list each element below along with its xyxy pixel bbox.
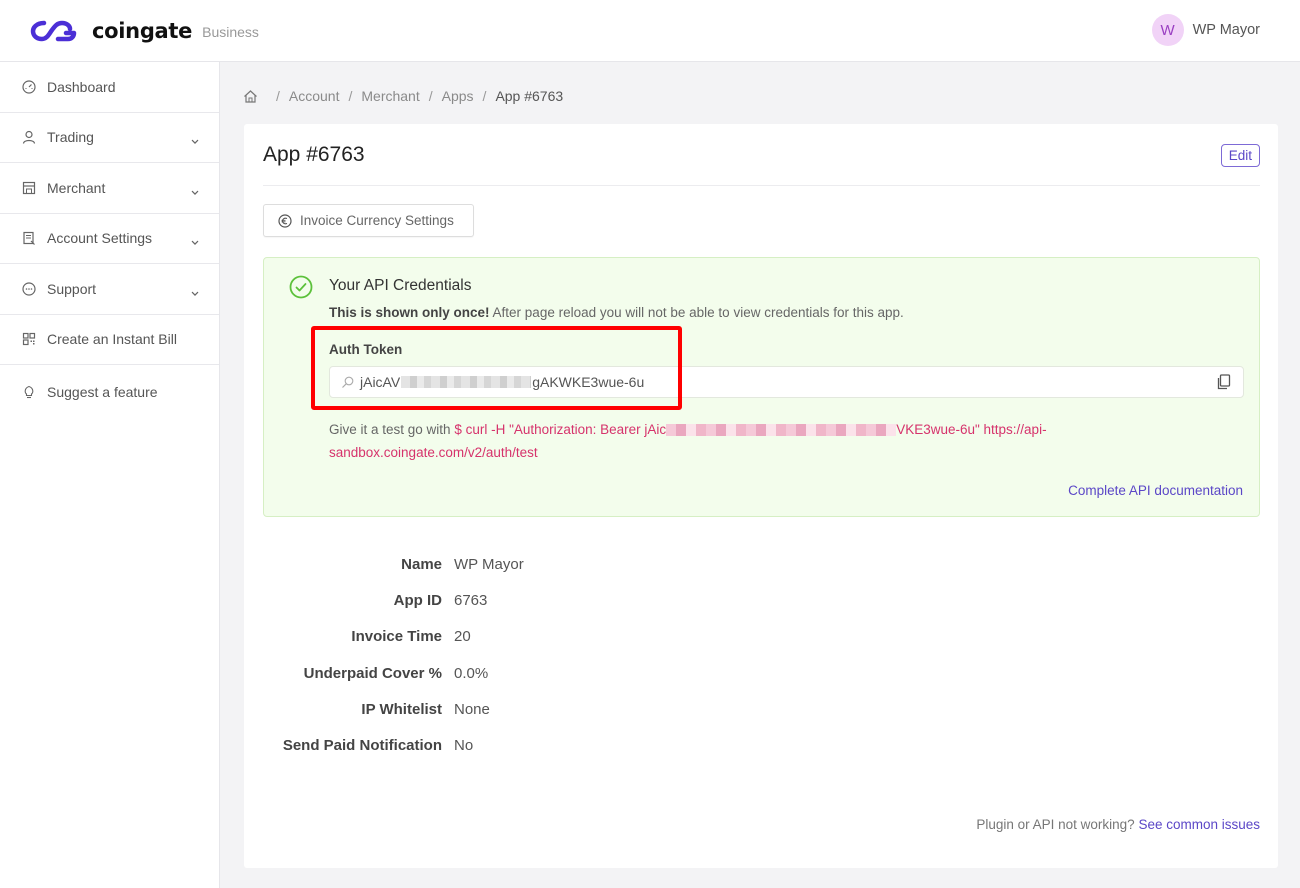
breadcrumb-separator: / [276, 88, 280, 104]
sidebar-item-label: Dashboard [47, 78, 116, 95]
avatar: W [1151, 14, 1184, 46]
api-documentation-link[interactable]: Complete API documentation [1068, 483, 1243, 498]
detail-label: Send Paid Notification [282, 737, 442, 754]
detail-value: 20 [454, 628, 471, 645]
detail-value: 0.0% [454, 665, 489, 682]
sidebar-item-support[interactable]: Support [0, 264, 219, 315]
chevron-down-icon [191, 183, 199, 195]
test-command: Give it a test go with $ curl -H "Author… [329, 418, 1109, 464]
sidebar-item-label: Support [47, 280, 97, 297]
lightbulb-icon [22, 385, 36, 399]
detail-value: No [454, 737, 474, 754]
breadcrumb-separator: / [428, 88, 433, 104]
common-issues-link[interactable]: See common issues [1138, 817, 1260, 832]
detail-value: WP Mayor [454, 556, 524, 573]
breadcrumb-separator: / [482, 88, 487, 104]
detail-label: IP Whitelist [361, 701, 442, 718]
detail-label: App ID [393, 592, 442, 609]
sidebar-item-trading[interactable]: Trading [0, 113, 219, 163]
detail-row-underpaid-cover: Underpaid Cover % 0.0% [244, 665, 744, 685]
logo-subtitle: Business [202, 24, 259, 40]
footer-text: Plugin or API not working? [976, 817, 1139, 832]
test-prefix: Give it a test go with [329, 422, 455, 437]
breadcrumb-separator: / [348, 88, 353, 104]
credentials-note: This is shown only once! After page relo… [329, 305, 904, 320]
top-bar: coingate Business W WP Mayor [0, 0, 1300, 62]
detail-label: Name [401, 556, 442, 573]
copy-icon[interactable] [1217, 374, 1231, 390]
gauge-icon [22, 80, 36, 94]
token-start: jAicAV [360, 374, 401, 390]
detail-row-invoice-time: Invoice Time 20 [244, 628, 744, 648]
sidebar-item-label: Suggest a feature [47, 384, 158, 400]
home-icon[interactable] [243, 89, 258, 104]
page-title: App #6763 [263, 143, 365, 166]
chevron-down-icon [191, 234, 199, 246]
detail-label: Underpaid Cover % [303, 665, 442, 682]
user-name: WP Mayor [1192, 22, 1260, 38]
detail-value: None [454, 701, 490, 718]
store-icon [22, 181, 36, 195]
sidebar-item-label: Create an Instant Bill [47, 331, 177, 348]
user-icon [22, 130, 36, 144]
chevron-down-icon [191, 133, 199, 145]
chevron-down-icon [191, 284, 199, 296]
sidebar-item-label: Account Settings [47, 230, 153, 247]
detail-row-send-paid-notification: Send Paid Notification No [244, 737, 744, 757]
search-icon [342, 376, 354, 388]
detail-row-ip-whitelist: IP Whitelist None [244, 701, 744, 721]
logo-text: coingate [92, 19, 193, 43]
receipt-icon [22, 231, 36, 246]
detail-label: Invoice Time [351, 628, 442, 645]
sidebar-item-instant-bill[interactable]: Create an Instant Bill [0, 315, 219, 365]
redacted-token [401, 376, 532, 388]
sidebar-item-merchant[interactable]: Merchant [0, 163, 219, 214]
breadcrumb-merchant[interactable]: Merchant [361, 88, 419, 104]
breadcrumb-apps[interactable]: Apps [442, 88, 474, 104]
sidebar-item-dashboard[interactable]: Dashboard [0, 62, 219, 113]
logo[interactable]: coingate Business [30, 17, 259, 45]
credentials-note-text: After page reload you will not be able t… [489, 305, 904, 320]
breadcrumb: / Account / Merchant / Apps / App #6763 [243, 88, 563, 104]
invoice-currency-settings-button[interactable]: Invoice Currency Settings [263, 204, 474, 237]
invoice-currency-settings-label: Invoice Currency Settings [300, 213, 454, 228]
detail-value: 6763 [454, 592, 488, 609]
footer-help: Plugin or API not working? See common is… [976, 817, 1260, 832]
sidebar-item-suggest-feature[interactable]: Suggest a feature [0, 365, 219, 419]
auth-token-label: Auth Token [329, 342, 403, 357]
token-end: gAKWKE3wue-6u [532, 374, 645, 390]
qr-code-icon [22, 332, 36, 346]
divider [263, 185, 1260, 186]
coingate-logo-icon [30, 20, 77, 42]
sidebar-item-label: Merchant [47, 179, 106, 196]
euro-icon [278, 213, 292, 228]
check-circle-icon [289, 275, 313, 299]
edit-button[interactable]: Edit [1220, 144, 1260, 167]
user-menu[interactable]: W WP Mayor [1151, 14, 1260, 46]
sidebar-item-account-settings[interactable]: Account Settings [0, 214, 219, 264]
app-card: App #6763 Edit Invoice Currency Settings… [244, 124, 1278, 868]
credentials-title: Your API Credentials [329, 277, 472, 294]
detail-row-app-id: App ID 6763 [244, 592, 744, 612]
breadcrumb-current: App #6763 [495, 88, 564, 104]
sidebar: Dashboard Trading Merchant Account Setti… [0, 62, 220, 888]
detail-row-name: Name WP Mayor [244, 556, 744, 576]
credentials-note-bold: This is shown only once! [329, 305, 490, 320]
breadcrumb-account[interactable]: Account [289, 88, 340, 104]
sidebar-item-label: Trading [47, 129, 94, 146]
curl-command-start: $ curl -H "Authorization: Bearer jAic [454, 422, 667, 437]
api-credentials-alert: Your API Credentials This is shown only … [263, 257, 1260, 517]
auth-token-field[interactable]: jAicAV gAKWKE3wue-6u [329, 366, 1244, 398]
redacted-token [666, 424, 897, 437]
chat-icon [22, 282, 36, 296]
